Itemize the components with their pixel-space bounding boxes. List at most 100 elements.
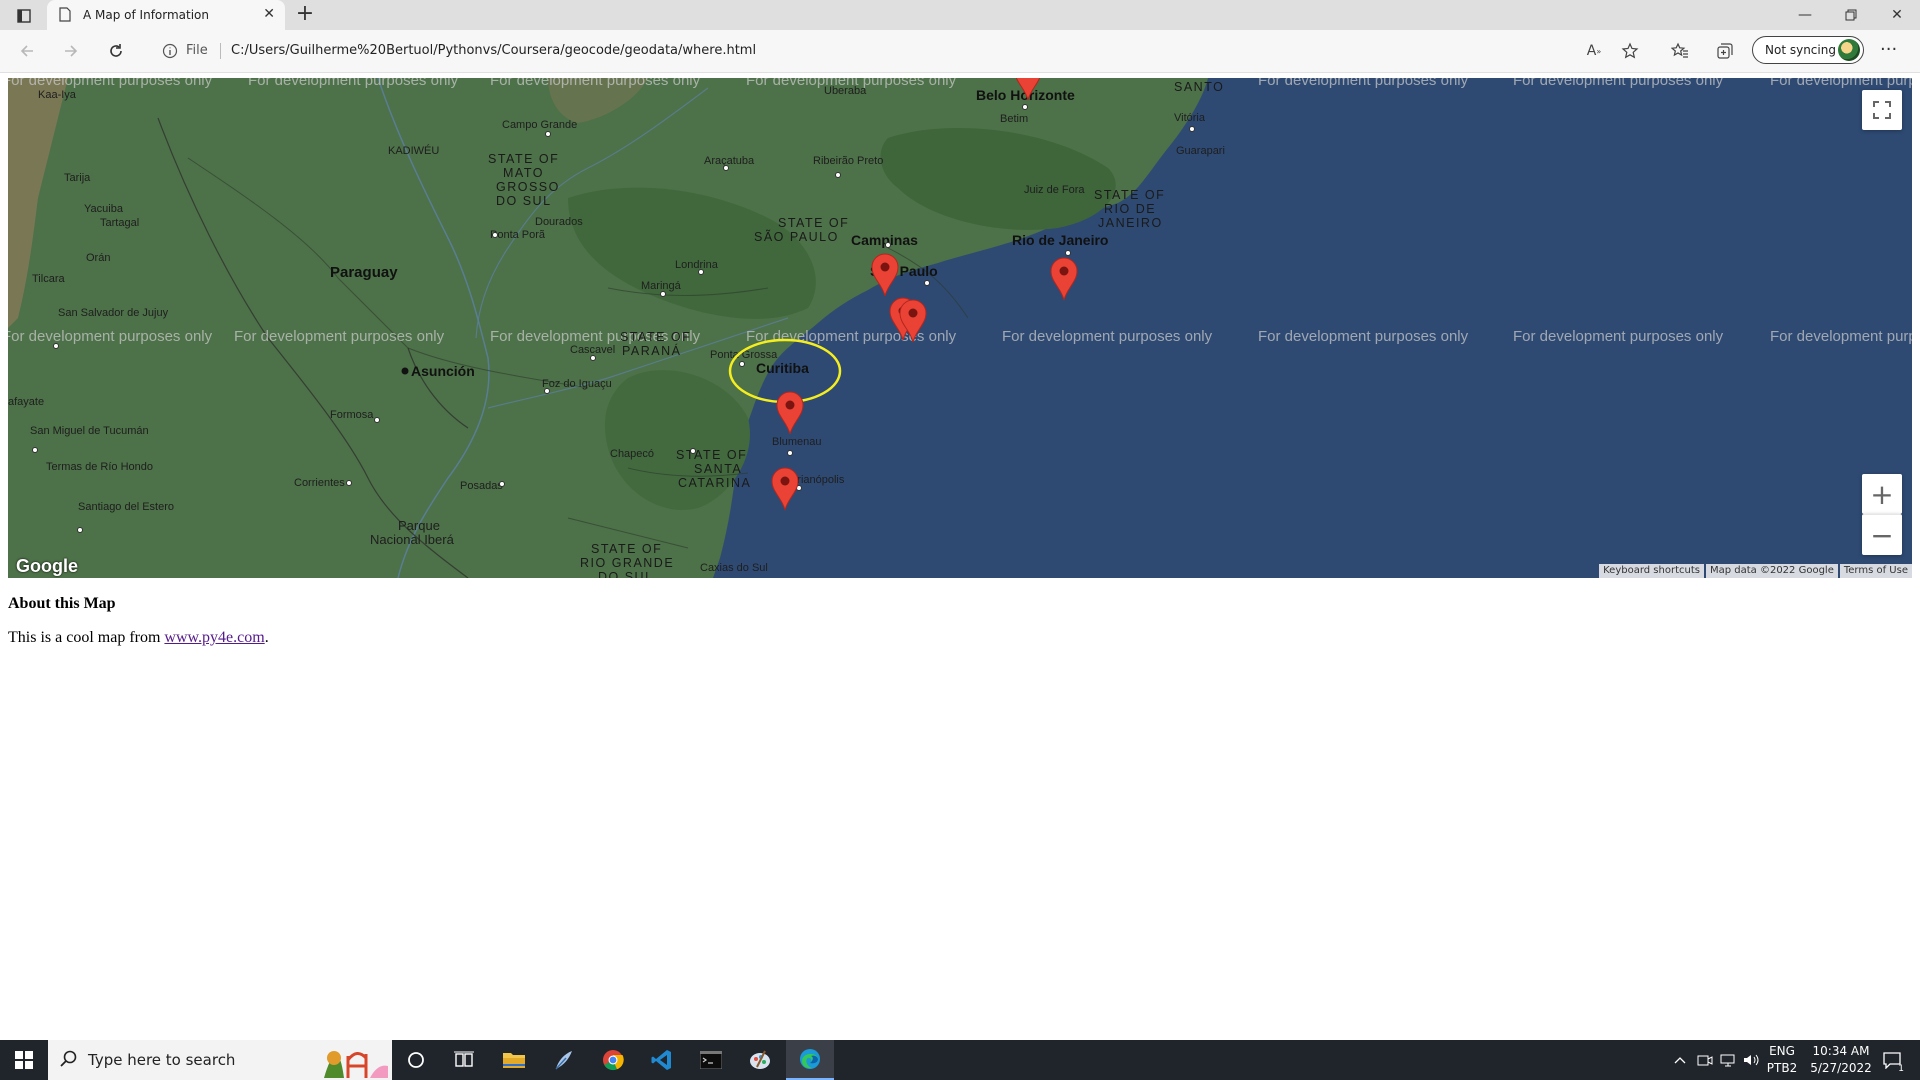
state-label: STATE OF [488, 152, 559, 166]
google-logo: Google [16, 556, 78, 576]
browser-toolbar: File C:/Users/Guilherme%20Bertuol/Python… [0, 30, 1920, 73]
windows-taskbar: Type here to search ENG PTB2 10:34 AM 5/… [0, 1040, 1920, 1080]
watermark: For development purposes only [1770, 78, 1912, 89]
city-label: Juiz de Fora [1024, 184, 1085, 196]
city-label: Chapecó [610, 448, 654, 460]
city-label: Asunción [411, 363, 475, 379]
marker-center-icon [780, 476, 790, 486]
city-label: Maringá [641, 280, 682, 292]
minimize-icon[interactable]: — [1782, 0, 1828, 30]
map-canvas[interactable]: For development purposes only For develo… [8, 78, 1912, 578]
add-favorite-icon[interactable] [1618, 41, 1642, 61]
tab-close-icon[interactable]: ✕ [263, 6, 275, 22]
map-data-label: Map data ©2022 Google [1705, 564, 1838, 578]
folder-icon [503, 1053, 525, 1068]
watermark: For development purposes only [746, 328, 957, 345]
city-label: Ribeirão Preto [813, 155, 883, 167]
state-label: MATO [503, 166, 544, 180]
back-arrow-icon [20, 45, 33, 57]
url-text[interactable]: C:/Users/Guilherme%20Bertuol/Pythonvs/Co… [231, 43, 756, 58]
windows-logo-icon [15, 1051, 33, 1069]
city-label: Uberaba [824, 85, 867, 97]
start-button[interactable] [0, 1040, 48, 1080]
city-label: Tarija [64, 172, 91, 184]
state-label: DO SUL [496, 194, 552, 208]
city-label: Termas de Río Hondo [46, 461, 153, 473]
zoom-out-button[interactable]: − [1862, 514, 1902, 555]
task-view-button[interactable] [440, 1040, 488, 1080]
map-container[interactable]: For development purposes only For develo… [8, 78, 1912, 578]
forward-button[interactable] [56, 38, 86, 64]
city-label: Curitiba [756, 360, 809, 376]
terminal-button[interactable] [687, 1040, 735, 1080]
window-close-icon[interactable]: ✕ [1874, 0, 1920, 30]
profile-sync-button[interactable]: Not syncing [1752, 36, 1864, 64]
edge-button[interactable] [786, 1040, 834, 1080]
py4e-link[interactable]: www.py4e.com [164, 629, 264, 646]
tab-strip: A Map of Information ✕ + — ✕ [0, 0, 1920, 30]
paint-app-button[interactable] [736, 1040, 784, 1080]
info-icon[interactable] [162, 43, 178, 63]
city-label: Cascavel [570, 344, 615, 356]
watermark: For development purposes only [234, 328, 445, 345]
city-label: Corrientes [294, 477, 345, 489]
network-icon[interactable] [1718, 1040, 1740, 1080]
marker-center-icon [785, 400, 795, 410]
vscode-button[interactable] [638, 1040, 686, 1080]
about-heading: About this Map [8, 595, 116, 612]
avatar [1838, 39, 1860, 61]
cortana-button[interactable] [392, 1040, 440, 1080]
terminal-icon [700, 1051, 722, 1069]
city-label: Caxias do Sul [700, 562, 768, 574]
marker-center-icon [908, 308, 918, 318]
zoom-in-button[interactable]: + [1862, 474, 1902, 514]
volume-icon[interactable] [1742, 1040, 1762, 1080]
input-language[interactable]: ENG PTB2 [1760, 1043, 1804, 1077]
city-label: Vitória [1174, 112, 1206, 124]
collections-icon[interactable] [1713, 41, 1737, 61]
meet-now-icon[interactable] [1694, 1040, 1716, 1080]
file-explorer-button[interactable] [490, 1040, 538, 1080]
city-label: Tartagal [100, 217, 139, 229]
state-label: RIO GRANDE [580, 556, 674, 570]
more-menu-button[interactable]: ··· [1880, 39, 1897, 60]
notes-app-button[interactable] [539, 1040, 587, 1080]
task-view-icon [454, 1051, 474, 1067]
chrome-button[interactable] [589, 1040, 637, 1080]
search-highlight-art-icon [324, 1051, 388, 1078]
state-label: CATARINA [678, 476, 751, 490]
tab-actions-icon [17, 9, 31, 23]
favorites-icon[interactable] [1668, 41, 1692, 61]
back-button[interactable] [12, 38, 42, 64]
state-label: SÃO PAULO [754, 230, 839, 244]
action-center-button[interactable]: 1 [1872, 1040, 1912, 1080]
refresh-button[interactable] [101, 38, 131, 64]
city-label: Rio de Janeiro [1012, 232, 1108, 248]
file-label: File [186, 43, 208, 58]
feather-icon [555, 1051, 572, 1070]
city-label: afayate [8, 396, 44, 408]
search-icon [60, 1050, 78, 1072]
city-label: Guarapari [1176, 145, 1225, 157]
watermark: For development purposes only [1002, 328, 1213, 345]
terms-link[interactable]: Terms of Use [1839, 564, 1912, 578]
fullscreen-button[interactable] [1862, 90, 1902, 130]
watermark: For development purposes only [1513, 328, 1724, 345]
tab-active[interactable]: A Map of Information ✕ [47, 0, 285, 30]
keyboard-shortcuts-link[interactable]: Keyboard shortcuts [1599, 564, 1704, 578]
tab-actions-button[interactable] [6, 3, 42, 29]
keyboard-layout: PTB2 [1766, 1061, 1798, 1075]
read-aloud-icon[interactable]: A» [1582, 41, 1606, 61]
address-bar[interactable]: File C:/Users/Guilherme%20Bertuol/Python… [150, 35, 1588, 67]
new-tab-button[interactable]: + [292, 3, 318, 27]
show-hidden-icons[interactable] [1668, 1040, 1692, 1080]
city-label: Londrina [675, 259, 719, 271]
state-label: SANTA [694, 462, 742, 476]
clock[interactable]: 10:34 AM 5/27/2022 [1802, 1043, 1880, 1077]
chrome-icon [603, 1050, 624, 1071]
state-label: STATE OF [676, 448, 747, 462]
taskbar-search-box[interactable]: Type here to search [48, 1040, 392, 1080]
restore-icon[interactable] [1828, 0, 1874, 30]
watermark: For development purposes only [1513, 78, 1724, 89]
region-label: KADIWÉU [388, 144, 439, 157]
